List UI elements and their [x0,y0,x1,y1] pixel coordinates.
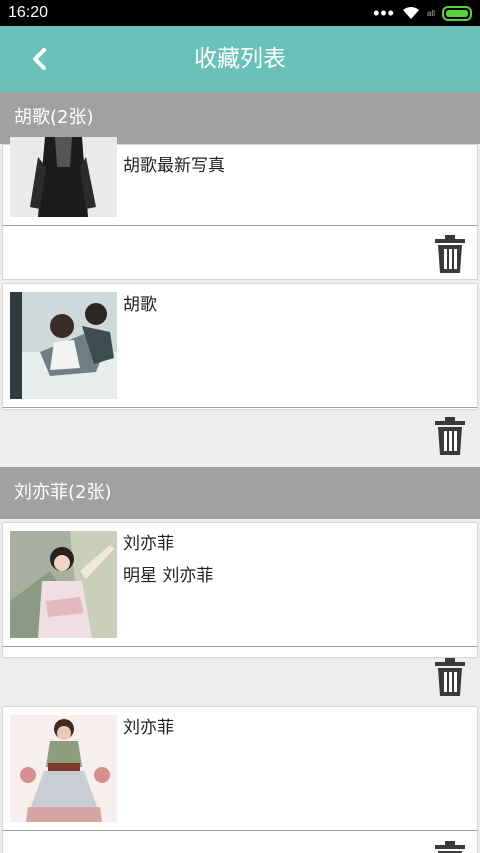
favorite-thumbnail[interactable] [10,531,117,638]
status-time: 16:20 [8,4,49,21]
favorite-title: 刘亦菲 [123,534,174,554]
favorite-thumbnail[interactable] [10,715,117,822]
favorite-thumbnail[interactable] [10,137,117,217]
favorite-card[interactable]: 胡歌最新写真 [2,137,478,280]
section-header-liu-yifei: 刘亦菲(2张) [0,467,480,519]
favorite-title: 胡歌 [123,295,157,315]
notification-dots-icon: ••• [373,3,395,23]
favorite-card[interactable]: 刘亦菲 [2,706,478,853]
app-bar: 收藏列表 [0,26,480,92]
favorite-subtitle: 明星 刘亦菲 [123,566,214,586]
favorite-card[interactable]: 胡歌 [2,283,478,455]
page-title: 收藏列表 [194,46,286,72]
delete-button[interactable] [435,417,465,455]
status-icons: ••• all [373,3,472,23]
status-bar: 16:20 ••• all [0,0,480,26]
delete-button[interactable] [435,658,465,696]
delete-button[interactable] [435,841,465,853]
favorites-list[interactable]: 胡歌(2张) 胡歌最新写真 胡歌 刘亦菲(2张) 刘亦菲 明星 刘亦菲 刘亦菲 [0,92,480,853]
favorite-card[interactable]: 刘亦菲 明星 刘亦菲 [2,522,478,696]
wifi-icon [402,6,419,19]
favorite-title: 刘亦菲 [123,718,174,738]
favorite-title: 胡歌最新写真 [123,156,225,176]
delete-button[interactable] [435,235,465,273]
favorite-thumbnail[interactable] [10,292,117,399]
battery-icon [442,5,472,21]
signal-icon: all [426,8,435,18]
